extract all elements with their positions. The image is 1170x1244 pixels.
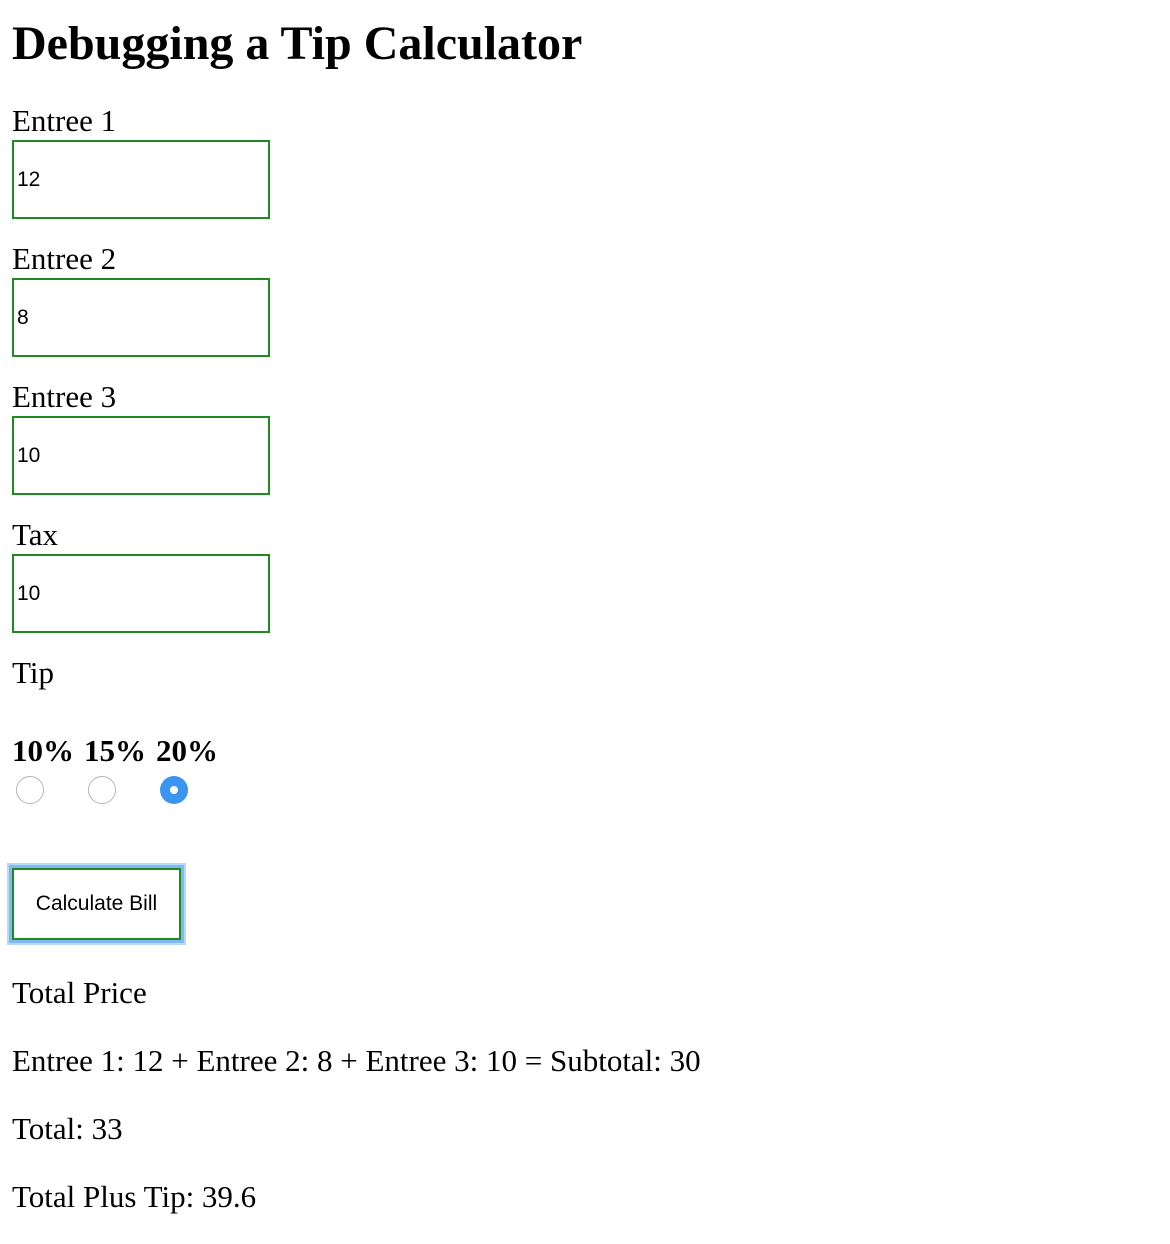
entree-1-input[interactable]	[12, 140, 270, 219]
entree-1-label: Entree 1	[12, 103, 117, 138]
page-title: Debugging a Tip Calculator	[12, 17, 583, 70]
tax-label: Tax	[12, 517, 59, 552]
subtotal-line: Entree 1: 12 + Entree 2: 8 + Entree 3: 1…	[12, 1043, 701, 1078]
tip-option-15: 15%	[84, 733, 156, 809]
calculate-bill-button[interactable]: Calculate Bill	[12, 868, 181, 940]
tip-option-label: 20%	[156, 733, 218, 768]
tip-option-label: 10%	[12, 733, 74, 768]
total-line: Total: 33	[12, 1111, 123, 1146]
tip-radio-10[interactable]	[16, 776, 44, 804]
entree-2-label: Entree 2	[12, 241, 117, 276]
total-plus-tip-line: Total Plus Tip: 39.6	[12, 1179, 257, 1214]
tip-radio-20[interactable]	[160, 776, 188, 804]
tip-radio-group: 10% 15% 20%	[12, 733, 228, 809]
entree-3-label: Entree 3	[12, 379, 117, 414]
entree-3-input[interactable]	[12, 416, 270, 495]
tip-option-20: 20%	[156, 733, 228, 809]
tip-calculator-page: Debugging a Tip Calculator Entree 1 Entr…	[0, 0, 1170, 1244]
tax-input[interactable]	[12, 554, 270, 633]
tip-option-10: 10%	[12, 733, 84, 809]
total-price-heading: Total Price	[12, 975, 147, 1010]
tip-radio-15[interactable]	[88, 776, 116, 804]
entree-2-input[interactable]	[12, 278, 270, 357]
tip-option-label: 15%	[84, 733, 146, 768]
tip-label: Tip	[12, 655, 54, 690]
